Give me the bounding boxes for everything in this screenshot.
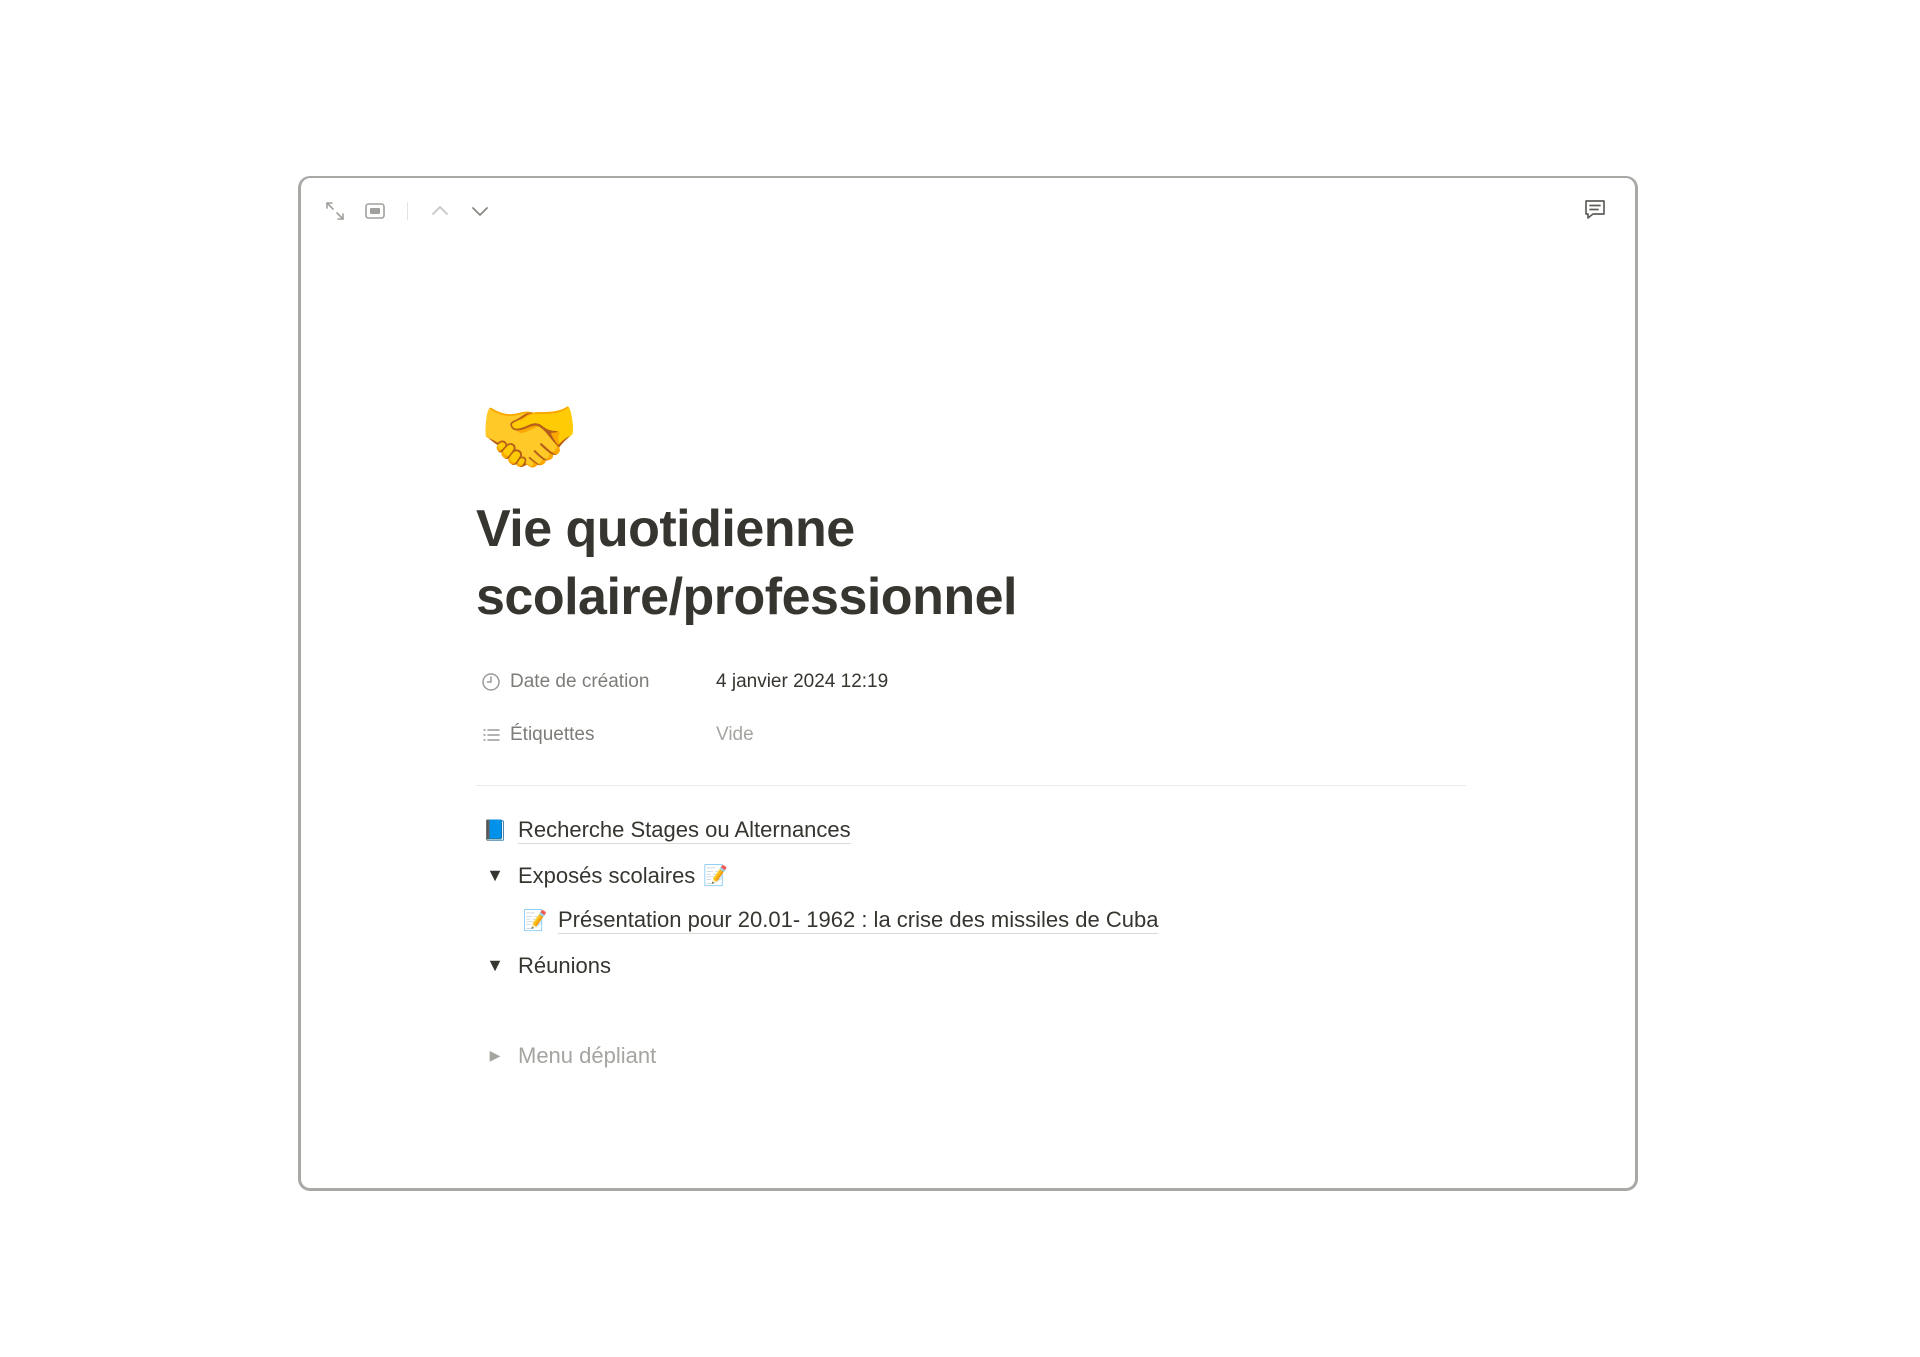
property-label: Date de création [510, 670, 650, 692]
toggle-block-exposes: ▼ Exposés scolaires 📝 [476, 853, 1466, 898]
toggle-block-menu: ▶ Menu dépliant [476, 1033, 1466, 1078]
page-peek-window: 🤝 Vie quotidienne scolaire/professionnel… [298, 176, 1638, 1191]
property-value-created[interactable]: 4 janvier 2024 12:19 [716, 671, 888, 693]
chevron-up-icon[interactable] [428, 199, 452, 223]
property-name-created[interactable]: Date de création [476, 671, 716, 693]
comment-icon[interactable] [1581, 196, 1609, 224]
toggle-placeholder-label[interactable]: Menu dépliant [518, 1043, 656, 1069]
clock-icon [480, 671, 502, 693]
property-value-tags[interactable]: Vide [716, 724, 754, 746]
toggle-closed-icon[interactable]: ▶ [480, 1047, 510, 1064]
toggle-label-reunions[interactable]: Réunions [518, 953, 611, 979]
chevron-down-icon[interactable] [468, 199, 492, 223]
toggle-block-reunions: ▼ Réunions [476, 943, 1466, 988]
page-link-block[interactable]: 📘 Recherche Stages ou Alternances [476, 808, 1466, 853]
page-link-block[interactable]: 📝 Présentation pour 20.01- 1962 : la cri… [476, 898, 1466, 943]
page-link-recherche-stages[interactable]: Recherche Stages ou Alternances [518, 817, 851, 844]
property-name-tags[interactable]: Étiquettes [476, 724, 716, 746]
page-title[interactable]: Vie quotidienne scolaire/professionnel [476, 495, 1196, 631]
peek-toolbar [323, 196, 492, 226]
memo-icon: 📝 [703, 865, 729, 887]
peek-mode-icon[interactable] [363, 199, 387, 223]
properties-section: Date de création 4 janvier 2024 12:19 Ét… [476, 655, 1466, 761]
page-blocks: 📘 Recherche Stages ou Alternances ▼ Expo… [476, 808, 1466, 1078]
properties-divider [476, 785, 1466, 786]
toggle-open-icon[interactable]: ▼ [480, 955, 510, 976]
page-link-presentation-cuba[interactable]: Présentation pour 20.01- 1962 : la crise… [558, 907, 1159, 934]
property-row-created: Date de création 4 janvier 2024 12:19 [476, 655, 1466, 708]
toolbar-divider [407, 202, 408, 220]
list-icon [480, 724, 502, 746]
page-content: 🤝 Vie quotidienne scolaire/professionnel… [476, 393, 1466, 1078]
top-accent-line [498, 176, 580, 178]
page-icon-handshake[interactable]: 🤝 [478, 393, 1466, 485]
toggle-label-exposes[interactable]: Exposés scolaires [518, 863, 695, 889]
book-icon: 📘 [482, 820, 508, 842]
toggle-open-icon[interactable]: ▼ [480, 865, 510, 886]
empty-block[interactable] [476, 988, 1466, 1033]
memo-icon: 📝 [522, 910, 548, 932]
property-row-tags: Étiquettes Vide [476, 708, 1466, 761]
expand-icon[interactable] [323, 199, 347, 223]
property-label: Étiquettes [510, 723, 595, 745]
